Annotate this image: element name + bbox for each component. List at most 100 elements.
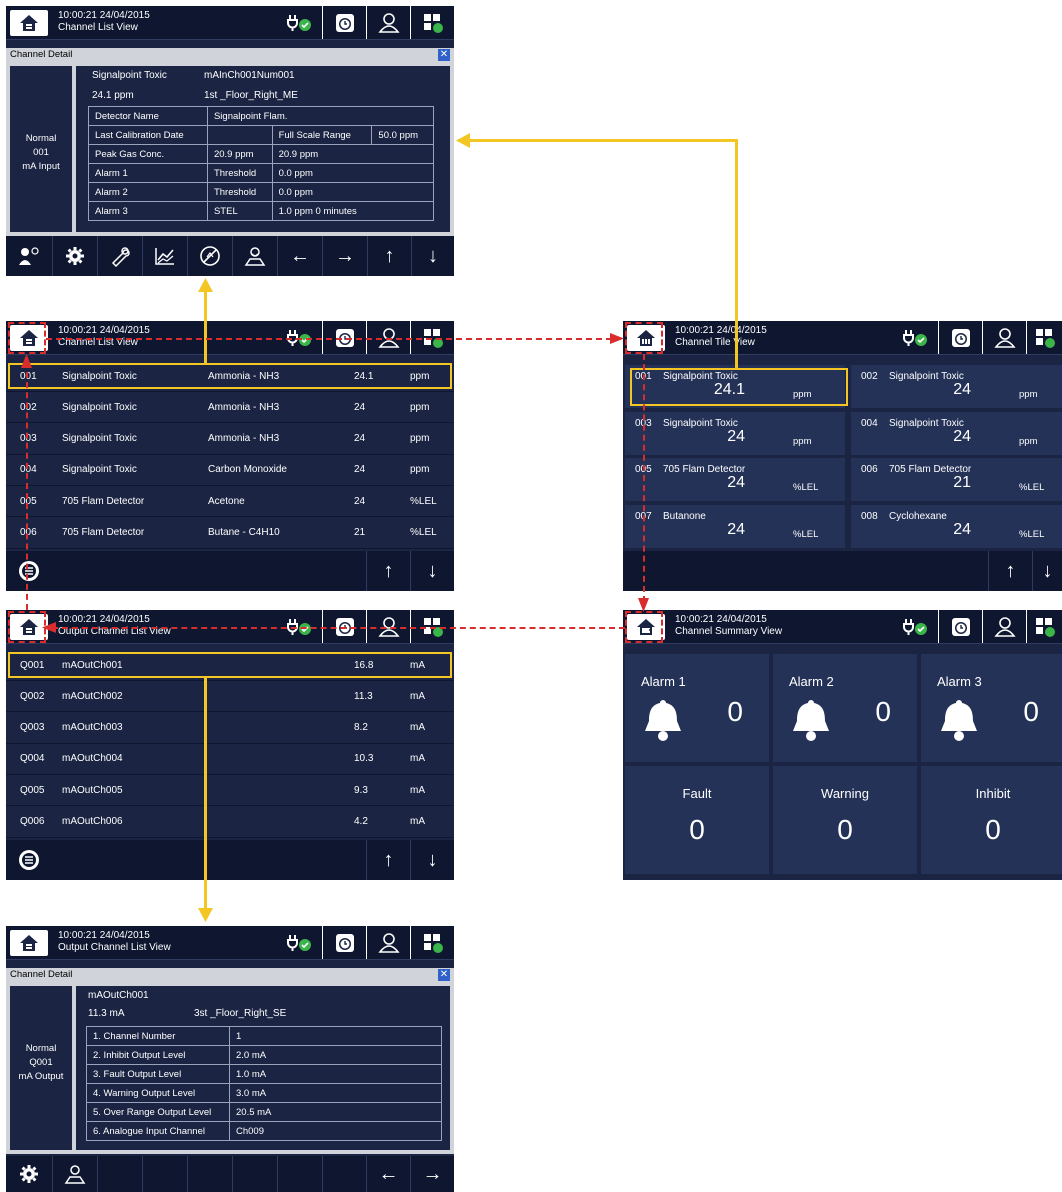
inhibit-button[interactable]: [187, 236, 232, 276]
right-arrow-button[interactable]: →: [322, 236, 367, 276]
header-bar: 10:00:21 24/04/2015 Output Channel List V…: [6, 926, 454, 960]
up-arrow-button[interactable]: ↑: [366, 551, 410, 591]
list-item-cell: 24: [354, 495, 366, 507]
channel-tag: mAOutCh001: [88, 990, 149, 1001]
location-button[interactable]: [52, 1156, 97, 1192]
summary-tile[interactable]: Warning 0: [773, 766, 917, 874]
down-arrow-button[interactable]: ↓: [411, 236, 454, 276]
home-button[interactable]: [10, 930, 48, 956]
grid-mode-icon[interactable]: [410, 6, 454, 39]
grid-mode-icon[interactable]: [1026, 321, 1062, 354]
tile-value: 24: [727, 520, 745, 538]
calibrate-button[interactable]: [97, 236, 142, 276]
settings-button[interactable]: [52, 236, 97, 276]
summary-label: Warning: [821, 786, 869, 801]
list-item-cell: ppm: [410, 464, 430, 476]
view-switch-button[interactable]: [6, 840, 52, 880]
list-item-cell: 21: [354, 527, 366, 538]
summary-tile[interactable]: Alarm 3 0: [921, 654, 1062, 762]
alarm-clock-icon[interactable]: [938, 321, 982, 354]
up-arrow-button[interactable]: ↑: [988, 551, 1032, 591]
user-icon[interactable]: [366, 926, 410, 959]
list-item-cell: mA: [410, 690, 425, 702]
list-item-cell: Q002: [20, 690, 45, 702]
view-switch-button[interactable]: [6, 551, 52, 591]
channel-tile[interactable]: 004 Signalpoint Toxic 24 ppm: [851, 411, 1062, 455]
panel-output-list: 10:00:21 24/04/2015 Output Channel List V…: [6, 610, 454, 880]
list-item-cell: Signalpoint Toxic: [62, 433, 137, 445]
grid-mode-icon[interactable]: [1026, 610, 1062, 643]
list-item[interactable]: 004 Signalpoint Toxic Carbon Monoxide 24 ppm: [6, 455, 454, 486]
power-status-icon[interactable]: [894, 321, 938, 354]
home-button[interactable]: [10, 10, 48, 36]
user-icon[interactable]: [982, 610, 1026, 643]
left-arrow-button[interactable]: ←: [277, 236, 322, 276]
detail-table-cell: 6. Analogue Input Channel: [86, 1121, 230, 1141]
list-item[interactable]: Q006 mAOutCh006 4.2 mA: [6, 807, 454, 838]
grid-mode-icon[interactable]: [410, 926, 454, 959]
alarm-clock-icon[interactable]: [322, 926, 366, 959]
list-item[interactable]: 006 705 Flam Detector Butane - C4H10 21 %LEL: [6, 518, 454, 549]
list-item[interactable]: Q003 mAOutCh003 8.2 mA: [6, 713, 454, 744]
down-arrow-button[interactable]: ↓: [410, 551, 454, 591]
list-item-cell: 24: [354, 464, 366, 476]
close-button[interactable]: ✕: [438, 969, 450, 981]
alarm-clock-icon[interactable]: [938, 610, 982, 643]
view-title: Channel List View: [58, 22, 138, 33]
panel-output-detail: 10:00:21 24/04/2015 Output Channel List V…: [6, 926, 454, 1192]
user-icon[interactable]: [982, 321, 1026, 354]
arrow-head: [638, 598, 649, 612]
location-button[interactable]: [232, 236, 277, 276]
up-arrow-button[interactable]: ↑: [366, 840, 410, 880]
list-item[interactable]: Q002 mAOutCh002 11.3 mA: [6, 681, 454, 713]
detail-table-cell: 1: [229, 1026, 442, 1046]
channel-tile[interactable]: 003 Signalpoint Toxic 24 ppm: [625, 411, 845, 455]
summary-tile[interactable]: Alarm 1 0: [625, 654, 769, 762]
channel-tile[interactable]: 008 Cyclohexane 24 %LEL: [851, 504, 1062, 548]
list-item[interactable]: Q005 mAOutCh005 9.3 mA: [6, 775, 454, 807]
channel-tile[interactable]: 007 Butanone 24 %LEL: [625, 504, 845, 548]
power-status-icon[interactable]: [278, 6, 322, 39]
home-highlight: [625, 322, 663, 354]
user-icon[interactable]: [366, 6, 410, 39]
trend-button[interactable]: [142, 236, 187, 276]
list-item-cell: mAOutCh004: [62, 753, 123, 765]
summary-count: 0: [985, 814, 1001, 845]
summary-tile[interactable]: Alarm 2 0: [773, 654, 917, 762]
list-item[interactable]: 002 Signalpoint Toxic Ammonia - NH3 24 ppm: [6, 392, 454, 424]
list-item[interactable]: 005 705 Flam Detector Acetone 24 %LEL: [6, 486, 454, 518]
list-item[interactable]: 003 Signalpoint Toxic Ammonia - NH3 24 ppm: [6, 424, 454, 455]
down-arrow-button[interactable]: ↓: [1032, 551, 1062, 591]
channel-tile[interactable]: 006 705 Flam Detector 21 %LEL: [851, 458, 1062, 501]
summary-tile[interactable]: Fault 0: [625, 766, 769, 874]
bump-test-button[interactable]: [6, 236, 52, 276]
left-arrow-button[interactable]: ←: [366, 1156, 410, 1192]
tile-unit: ppm: [793, 435, 812, 447]
down-arrow-button[interactable]: ↓: [410, 840, 454, 880]
summary-count: 0: [875, 696, 891, 727]
summary-tile[interactable]: Inhibit 0: [921, 766, 1062, 874]
nav-line: [26, 362, 28, 610]
up-arrow-button[interactable]: ↑: [367, 236, 411, 276]
detail-table-cell: 1.0 mA: [229, 1064, 442, 1084]
list-item-cell: Q004: [20, 753, 45, 765]
close-button[interactable]: ✕: [438, 49, 450, 61]
summary-label: Fault: [682, 786, 712, 801]
location-icon: [244, 247, 266, 266]
channel-tile[interactable]: 005 705 Flam Detector 24 %LEL: [625, 458, 845, 501]
empty-slot: [97, 1156, 142, 1192]
alarm-clock-icon[interactable]: [322, 6, 366, 39]
channel-tile[interactable]: 002 Signalpoint Toxic 24 ppm: [851, 365, 1062, 408]
right-arrow-button[interactable]: →: [410, 1156, 454, 1192]
view-title: Output Channel List View: [58, 942, 171, 953]
settings-button[interactable]: [6, 1156, 52, 1192]
channel-type: mA Output: [18, 1071, 64, 1082]
list-item-cell: Signalpoint Toxic: [62, 401, 137, 413]
detail-toolbar: ← → ↑ ↓: [6, 236, 454, 276]
tile-unit: %LEL: [1019, 482, 1045, 493]
power-status-icon[interactable]: [894, 610, 938, 643]
location: 1st _Floor_Right_ME: [204, 90, 298, 101]
list-item[interactable]: Q004 mAOutCh004 10.3 mA: [6, 744, 454, 775]
view-title: Channel Tile View: [675, 337, 755, 348]
power-status-icon[interactable]: [278, 926, 322, 959]
